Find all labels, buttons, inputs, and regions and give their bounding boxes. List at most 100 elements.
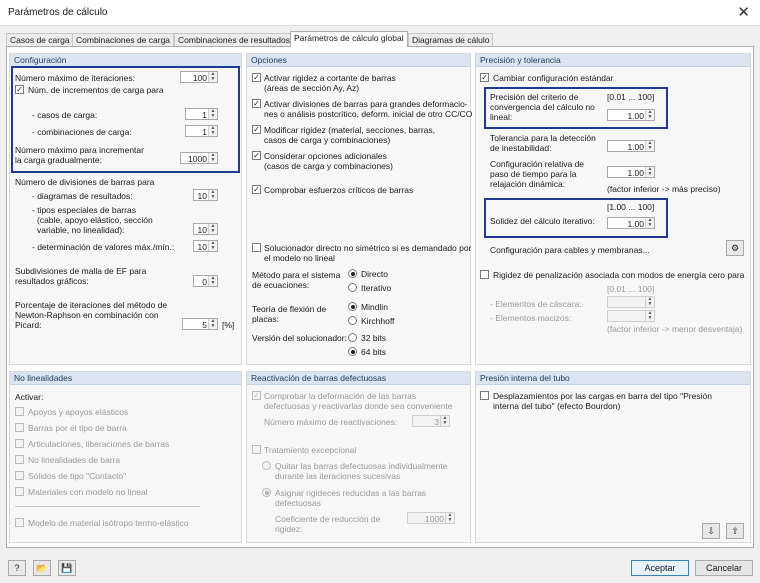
- spinner-arrows-icon[interactable]: ▲ ▼: [208, 276, 217, 286]
- export-settings-icon[interactable]: ⇧: [726, 523, 744, 539]
- modificar-rigidez-checkbox[interactable]: ✓: [252, 125, 261, 134]
- divisiones-label: Activar divisiones de barras para grande…: [264, 99, 468, 109]
- max-iter-spinner[interactable]: 100 ▲ ▼: [180, 71, 218, 83]
- esfuerzos-criticos-checkbox[interactable]: ✓: [252, 185, 261, 194]
- rigidez-penalizacion-checkbox[interactable]: [480, 270, 489, 279]
- cables-settings-icon[interactable]: ⚙: [726, 240, 744, 256]
- presion-panel: Presión interna del tubo Desplazamientos…: [475, 371, 751, 543]
- aceptar-button[interactable]: Aceptar: [631, 560, 689, 576]
- pct-spinner[interactable]: 5 ▲ ▼: [182, 318, 218, 330]
- sub-label-2: resultados gráficos:: [15, 276, 89, 286]
- num-incr-checkbox[interactable]: ✓: [15, 85, 24, 94]
- save-icon[interactable]: 💾: [58, 560, 76, 576]
- opciones-header: Opciones: [247, 54, 470, 67]
- tab-casos-de-carga[interactable]: Casos de carga: [6, 33, 74, 46]
- metodo-directo-radio[interactable]: [348, 269, 357, 278]
- close-icon[interactable]: ✕: [737, 3, 750, 21]
- articulaciones-checkbox[interactable]: [15, 439, 24, 448]
- spinner-arrows-icon[interactable]: ▲ ▼: [208, 319, 217, 329]
- p1-label-3: lineal:: [490, 112, 513, 122]
- rig-macizos-spinner[interactable]: ▲ ▼: [607, 310, 655, 322]
- metodo-label-2: de ecuaciones:: [252, 280, 310, 290]
- p3-spinner[interactable]: 1.00 ▲ ▼: [607, 166, 655, 178]
- divisiones-checkbox[interactable]: ✓: [252, 99, 261, 108]
- pct-label-3: Picard:: [15, 320, 42, 330]
- spinner-arrows-icon[interactable]: ▲ ▼: [440, 416, 449, 426]
- tipos-spinner[interactable]: 10 ▲ ▼: [193, 223, 218, 235]
- comb-value: 1: [202, 127, 207, 137]
- asignar-rigideces-radio[interactable]: [262, 488, 271, 497]
- rig-cascara-spinner[interactable]: ▲ ▼: [607, 296, 655, 308]
- metodo-iterativo-radio[interactable]: [348, 283, 357, 292]
- solucionador-directo-checkbox[interactable]: [252, 243, 261, 252]
- materiales-checkbox[interactable]: [15, 487, 24, 496]
- p3-label-2: paso de tiempo para la: [490, 169, 577, 179]
- teoria-mindlin-radio[interactable]: [348, 302, 357, 311]
- tipos-label-2: (cable, apoyo elástico, sección: [37, 215, 153, 225]
- comprobar-deformacion-sub: defectuosas y reactivarlas donde sea con…: [264, 401, 453, 411]
- tab-combinaciones-de-resultados[interactable]: Combinaciones de resultados: [174, 33, 294, 46]
- spinner-arrows-icon[interactable]: ▲ ▼: [645, 141, 654, 151]
- spinner-arrows-icon[interactable]: ▲ ▼: [645, 218, 654, 228]
- tratamiento-checkbox[interactable]: [252, 445, 261, 454]
- p3-value: 1.00: [627, 168, 644, 178]
- version-32-radio[interactable]: [348, 333, 357, 342]
- help-icon[interactable]: ?: [8, 560, 26, 576]
- tab-combinaciones-de-carga[interactable]: Combinaciones de carga: [72, 33, 175, 46]
- p1-label-1: Precisión del criterio de: [490, 92, 579, 102]
- p2-spinner[interactable]: 1.00 ▲ ▼: [607, 140, 655, 152]
- solidez-spinner[interactable]: 1.00 ▲ ▼: [607, 217, 655, 229]
- spinner-arrows-icon[interactable]: ▲ ▼: [208, 153, 217, 163]
- apoyos-checkbox[interactable]: [15, 407, 24, 416]
- det-value: 10: [197, 242, 207, 252]
- import-settings-icon[interactable]: ⇩: [702, 523, 720, 539]
- reactivacion-panel: Reactivación de barras defectuosas ✓ Com…: [246, 371, 471, 543]
- spinner-arrows-icon[interactable]: ▲ ▼: [208, 241, 217, 251]
- no-linealidades-barra-checkbox[interactable]: [15, 455, 24, 464]
- tab-parametros-calculo-global[interactable]: Parámetros de cálculo global: [290, 31, 408, 47]
- max-incr-label-1: Número máximo para incrementar: [15, 145, 144, 155]
- sub-value: 0: [202, 277, 207, 287]
- teoria-mindlin-label: Mindlin: [361, 302, 388, 312]
- rmax-spinner[interactable]: 3 ▲ ▼: [412, 415, 450, 427]
- sub-spinner[interactable]: 0 ▲ ▼: [193, 275, 218, 287]
- spinner-arrows-icon[interactable]: ▲ ▼: [208, 72, 217, 82]
- quitar-barras-label: Quitar las barras defectuosas individual…: [275, 461, 448, 471]
- comb-spinner[interactable]: 1 ▲ ▼: [185, 125, 218, 137]
- spinner-arrows-icon[interactable]: ▲ ▼: [645, 297, 654, 307]
- solidos-contacto-checkbox[interactable]: [15, 471, 24, 480]
- cables-membranas-link[interactable]: Configuración para cables y membranas...: [490, 245, 650, 255]
- folder-icon[interactable]: 📂: [33, 560, 51, 576]
- tab-diagramas-de-calculo[interactable]: Diagramas de cálulo: [408, 33, 494, 46]
- quitar-barras-radio[interactable]: [262, 461, 271, 470]
- diag-spinner[interactable]: 10 ▲ ▼: [193, 189, 218, 201]
- spinner-arrows-icon[interactable]: ▲ ▼: [208, 224, 217, 234]
- rigidez-cortante-checkbox[interactable]: ✓: [252, 73, 261, 82]
- casos-spinner[interactable]: 1 ▲ ▼: [185, 108, 218, 120]
- pct-unit: [%]: [222, 320, 235, 330]
- barras-tipo-checkbox[interactable]: [15, 423, 24, 432]
- teoria-kirchhoff-radio[interactable]: [348, 316, 357, 325]
- version-64-radio[interactable]: [348, 347, 357, 356]
- comprobar-deformacion-checkbox[interactable]: ✓: [252, 391, 261, 400]
- coef-spinner[interactable]: 1000 ▲ ▼: [407, 512, 455, 524]
- opciones-adicionales-checkbox[interactable]: ✓: [252, 151, 261, 160]
- spinner-arrows-icon[interactable]: ▲ ▼: [445, 513, 454, 523]
- spinner-arrows-icon[interactable]: ▲ ▼: [645, 167, 654, 177]
- max-incr-spinner[interactable]: 1000 ▲ ▼: [180, 152, 218, 164]
- asignar-rigideces-label: Asignar rigideces reducidas a las barras: [275, 488, 427, 498]
- p1-range: [0.01 ... 100]: [607, 92, 655, 102]
- max-incr-label-2: la carga gradualmente:: [15, 155, 102, 165]
- spinner-arrows-icon[interactable]: ▲ ▼: [208, 109, 217, 119]
- spinner-arrows-icon[interactable]: ▲ ▼: [645, 311, 654, 321]
- termo-elastico-checkbox[interactable]: [15, 518, 24, 527]
- cambiar-config-checkbox[interactable]: ✓: [480, 73, 489, 82]
- p1-spinner[interactable]: 1.00 ▲ ▼: [607, 109, 655, 121]
- bourdon-checkbox[interactable]: [480, 391, 489, 400]
- max-incr-value: 1000: [188, 154, 207, 164]
- det-spinner[interactable]: 10 ▲ ▼: [193, 240, 218, 252]
- spinner-arrows-icon[interactable]: ▲ ▼: [208, 126, 217, 136]
- spinner-arrows-icon[interactable]: ▲ ▼: [645, 110, 654, 120]
- cancelar-button[interactable]: Cancelar: [695, 560, 753, 576]
- spinner-arrows-icon[interactable]: ▲ ▼: [208, 190, 217, 200]
